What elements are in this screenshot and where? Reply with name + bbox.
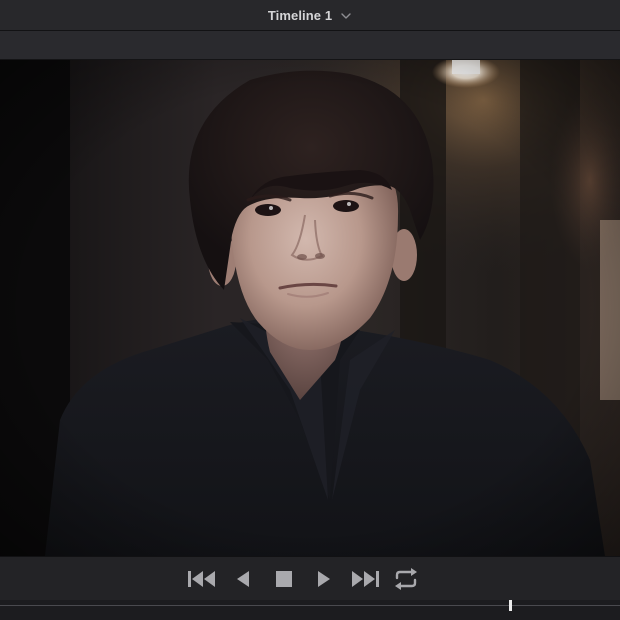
- timeline-selector[interactable]: Timeline 1: [0, 0, 620, 31]
- play-button[interactable]: [308, 565, 340, 593]
- play-reverse-icon: [236, 571, 249, 587]
- loop-icon: [394, 568, 417, 590]
- skip-to-end-icon: [352, 571, 380, 587]
- stop-button[interactable]: [268, 565, 300, 593]
- skip-to-start-icon: [188, 571, 215, 587]
- transport-bar: [0, 556, 620, 600]
- go-to-end-button[interactable]: [349, 565, 381, 593]
- play-icon: [318, 571, 331, 587]
- play-reverse-button[interactable]: [227, 565, 259, 593]
- viewer-toolbar: [0, 31, 620, 60]
- timeline-scrubber[interactable]: [0, 600, 620, 620]
- playhead-handle[interactable]: [509, 600, 513, 611]
- chevron-down-icon[interactable]: [340, 9, 352, 21]
- go-to-start-button[interactable]: [186, 565, 218, 593]
- transport-controls: [186, 565, 422, 593]
- loop-button[interactable]: [390, 565, 422, 593]
- viewer-title-bar: Timeline 1: [0, 0, 620, 31]
- video-viewer[interactable]: [0, 60, 620, 556]
- timeline-viewer-window: Timeline 1: [0, 0, 620, 620]
- scrubber-track[interactable]: [0, 605, 620, 606]
- video-frame-image: [0, 60, 620, 556]
- stop-icon: [275, 571, 292, 587]
- timeline-title[interactable]: Timeline 1: [268, 8, 332, 23]
